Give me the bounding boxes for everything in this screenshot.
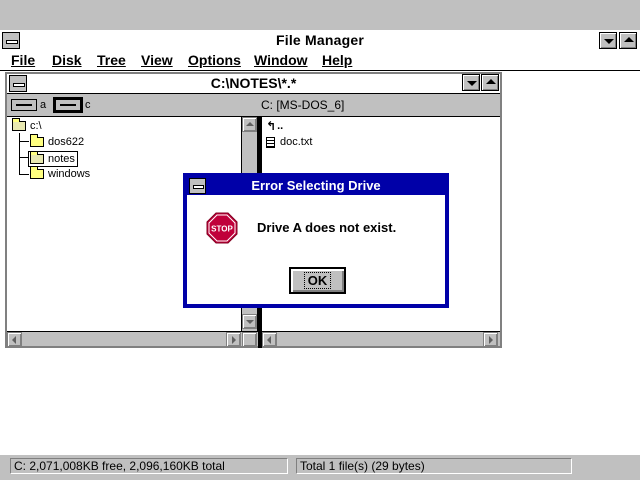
parent-directory-item[interactable]: ↰ ..: [266, 119, 283, 133]
hard-drive-icon: [53, 96, 83, 113]
menu-help[interactable]: Help: [322, 52, 352, 68]
drive-a-button[interactable]: a: [11, 97, 46, 112]
tree-horizontal-scrollbar[interactable]: [7, 331, 258, 347]
tree-root[interactable]: c:\: [12, 118, 42, 133]
menu-file[interactable]: File: [11, 52, 35, 68]
menu-tree[interactable]: Tree: [97, 52, 126, 68]
menu-options[interactable]: Options: [188, 52, 241, 68]
tree-scroll-corner: [242, 332, 257, 347]
scroll-down-button[interactable]: [242, 314, 257, 329]
menu-help-label: Help: [322, 52, 353, 68]
open-folder-icon: [12, 118, 26, 131]
directory-window-title: C:\NOTES\*.*: [210, 75, 297, 91]
minimize-button[interactable]: [599, 32, 617, 49]
scroll-left-button[interactable]: [262, 332, 277, 347]
status-disk-space: C: 2,071,008KB free, 2,096,160KB total: [10, 458, 288, 474]
tree-item-label: dos622: [48, 136, 85, 148]
menu-window-label: Window: [254, 52, 308, 68]
floppy-drive-icon: [11, 98, 37, 111]
directory-window-title-bar[interactable]: C:\NOTES\*.*: [7, 74, 500, 94]
child-minimize-button[interactable]: [462, 74, 480, 91]
maximize-icon: [624, 37, 634, 42]
open-folder-icon: [30, 151, 44, 164]
drive-c-label: c: [85, 98, 91, 111]
child-maximize-icon: [486, 79, 496, 84]
tree-connector: [19, 133, 20, 175]
tree-item-notes[interactable]: notes: [28, 151, 78, 167]
volume-label: C: [MS-DOS_6]: [261, 98, 345, 112]
arrow-down-icon: [246, 320, 254, 324]
maximize-button[interactable]: [619, 32, 637, 49]
drive-a-label: a: [40, 98, 47, 111]
tree-item-label: notes: [48, 153, 75, 165]
text-file-icon: [266, 136, 275, 148]
file-item-doc-txt[interactable]: doc.txt: [266, 135, 312, 149]
status-bar: C: 2,071,008KB free, 2,096,160KB total T…: [0, 454, 640, 477]
tree-item-dos622[interactable]: dos622: [30, 134, 85, 149]
scroll-left-button[interactable]: [7, 332, 22, 347]
drive-bar: a c C: [MS-DOS_6]: [7, 94, 500, 117]
child-minimize-icon: [467, 81, 477, 86]
desktop-background: [0, 0, 640, 30]
parent-directory-label: ..: [277, 120, 284, 132]
menu-disk[interactable]: Disk: [52, 52, 82, 68]
up-arrow-icon: ↰: [266, 119, 277, 133]
status-file-count: Total 1 file(s) (29 bytes): [296, 458, 572, 474]
arrow-left-icon: [267, 336, 271, 344]
arrow-left-icon: [12, 336, 16, 344]
tree-item-label: windows: [48, 168, 91, 180]
tree-connector: [19, 174, 29, 175]
minimize-icon: [604, 39, 614, 44]
menu-view[interactable]: View: [141, 52, 173, 68]
ok-button[interactable]: OK: [289, 267, 346, 294]
ok-button-label: OK: [303, 272, 332, 289]
file-item-label: doc.txt: [280, 136, 313, 148]
stop-icon-text: STOP: [211, 225, 233, 234]
child-maximize-button[interactable]: [481, 74, 499, 91]
menu-tree-label: Tree: [97, 52, 126, 68]
scroll-right-button[interactable]: [483, 332, 498, 347]
drive-c-button[interactable]: c: [53, 96, 91, 113]
menu-file-label: File: [11, 52, 36, 68]
tree-root-label: c:\: [30, 120, 42, 132]
file-horizontal-scrollbar[interactable]: [262, 331, 500, 347]
arrow-right-icon: [489, 336, 493, 344]
menu-bar: File Disk Tree View Options Window Help: [0, 51, 640, 71]
stop-icon: STOP: [206, 212, 238, 244]
dialog-system-menu-icon[interactable]: [189, 178, 206, 194]
arrow-up-icon: [246, 122, 254, 126]
menu-view-label: View: [141, 52, 173, 68]
error-dialog-title-bar[interactable]: Error Selecting Drive: [187, 177, 445, 195]
window-title: File Manager: [276, 32, 364, 48]
error-dialog-title: Error Selecting Drive: [251, 178, 381, 193]
folder-icon: [30, 166, 44, 179]
folder-icon: [30, 134, 44, 147]
window-title-bar[interactable]: File Manager: [0, 30, 640, 52]
tree-connector: [19, 141, 29, 142]
tree-item-windows[interactable]: windows: [30, 166, 91, 181]
menu-options-label: Options: [188, 52, 241, 68]
arrow-right-icon: [232, 336, 236, 344]
menu-window[interactable]: Window: [254, 52, 308, 68]
error-message: Drive A does not exist.: [257, 220, 397, 235]
menu-disk-label: Disk: [52, 52, 82, 68]
scroll-up-button[interactable]: [242, 117, 257, 132]
scroll-right-button[interactable]: [226, 332, 241, 347]
